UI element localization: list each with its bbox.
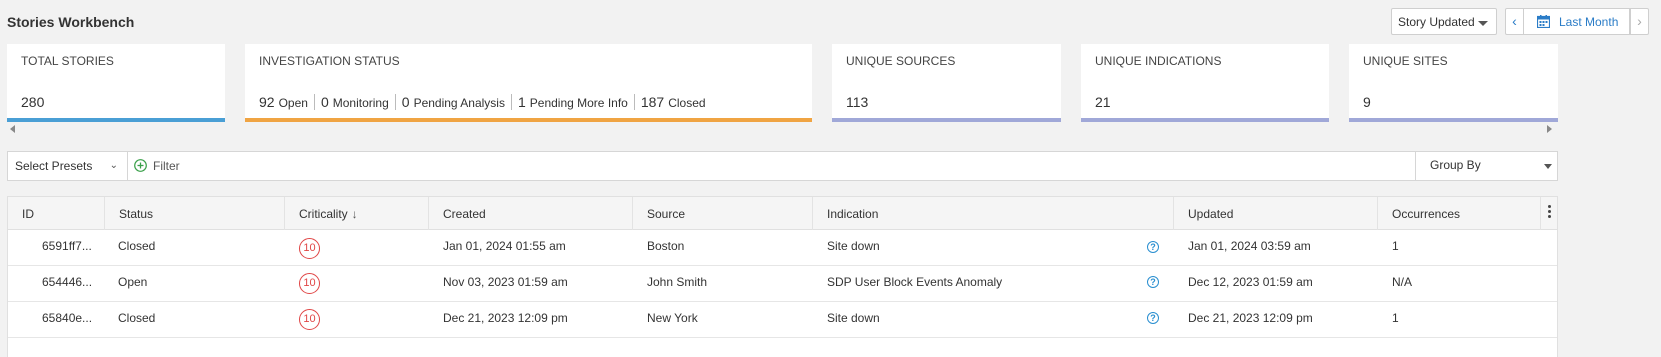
status-pending-more-info[interactable]: 1 Pending More Info xyxy=(510,94,634,110)
cell-id[interactable]: 65840e... xyxy=(42,302,92,337)
sort-descending-icon: ↓ xyxy=(351,207,358,221)
status-pending-analysis[interactable]: 0 Pending Analysis xyxy=(394,94,511,110)
column-header-status[interactable]: Status xyxy=(105,197,285,230)
card-value: 9 xyxy=(1363,94,1371,110)
card-accent-bar xyxy=(1349,118,1558,122)
cell-indication: Site down xyxy=(827,311,880,325)
presets-label: Select Presets xyxy=(15,159,93,173)
cell-id[interactable]: 654446... xyxy=(42,266,92,301)
status-count: 92 xyxy=(259,94,275,110)
criticality-badge: 10 xyxy=(299,309,320,330)
cell-occurrences: N/A xyxy=(1392,275,1413,289)
chevron-down-icon: ⌄ xyxy=(109,160,118,171)
cell-occurrences: 1 xyxy=(1392,239,1399,253)
column-header-updated[interactable]: Updated xyxy=(1174,197,1378,230)
total-stories-card[interactable]: TOTAL STORIES 280 xyxy=(7,44,225,122)
card-label: UNIQUE SOURCES xyxy=(846,54,956,68)
next-period-button[interactable]: › xyxy=(1630,8,1649,35)
cell-indication: Site down xyxy=(827,239,880,253)
status-monitoring[interactable]: 0 Monitoring xyxy=(313,94,395,110)
status-count: 0 xyxy=(320,94,329,110)
card-value: 280 xyxy=(21,94,45,110)
column-header-created[interactable]: Created xyxy=(429,197,633,230)
group-by-label: Group By xyxy=(1430,158,1481,172)
investigation-status-card[interactable]: INVESTIGATION STATUS 92 Open 0 Monitorin… xyxy=(245,44,812,122)
card-value: 113 xyxy=(846,94,869,110)
scroll-left-arrow-icon[interactable] xyxy=(10,125,15,133)
status-count: 187 xyxy=(640,94,665,110)
cell-source: John Smith xyxy=(647,275,708,289)
cell-created: Jan 01, 2024 01:55 am xyxy=(443,239,566,253)
sort-by-label: Story Updated xyxy=(1398,15,1475,29)
column-header-occurrences[interactable]: Occurrences xyxy=(1378,197,1541,230)
status-label: Monitoring xyxy=(332,96,389,110)
filter-input[interactable]: Filter xyxy=(153,159,180,173)
column-header-indication[interactable]: Indication xyxy=(813,197,1174,230)
status-closed[interactable]: 187 Closed xyxy=(633,94,712,110)
table-row[interactable]: 654446... Open 10 Nov 03, 2023 01:59 am … xyxy=(8,266,1557,302)
column-header-id[interactable]: ID xyxy=(8,197,105,230)
sort-by-dropdown[interactable]: Story Updated xyxy=(1391,8,1497,35)
filter-bar: Select Presets ⌄ Filter Group By xyxy=(7,151,1558,181)
page-header: Stories Workbench Story Updated ‹ Last M… xyxy=(0,0,1661,44)
unique-indications-card[interactable]: UNIQUE INDICATIONS 21 xyxy=(1081,44,1329,122)
group-by-dropdown[interactable]: Group By xyxy=(1415,152,1557,180)
cell-updated: Dec 21, 2023 12:09 pm xyxy=(1188,311,1313,325)
card-accent-bar xyxy=(245,118,812,122)
table-row[interactable]: 65840e... Closed 10 Dec 21, 2023 12:09 p… xyxy=(8,302,1557,338)
cell-updated: Dec 12, 2023 01:59 am xyxy=(1188,275,1313,289)
status-breakdown: 92 Open 0 Monitoring 0 Pending Analysis … xyxy=(259,94,712,110)
card-label: UNIQUE SITES xyxy=(1363,54,1448,68)
page-title: Stories Workbench xyxy=(7,14,135,30)
table-row[interactable]: 6591ff7... Closed 10 Jan 01, 2024 01:55 … xyxy=(8,230,1557,266)
card-label: TOTAL STORIES xyxy=(21,54,114,68)
cell-source: Boston xyxy=(647,239,685,253)
help-icon[interactable]: ? xyxy=(1147,312,1159,324)
card-accent-bar xyxy=(1081,118,1329,122)
status-count: 0 xyxy=(401,94,410,110)
status-count: 1 xyxy=(517,94,526,110)
card-accent-bar xyxy=(832,118,1061,122)
caret-down-icon xyxy=(1544,164,1552,169)
cell-indication: SDP User Block Events Anomaly xyxy=(827,275,1003,289)
cell-updated: Jan 01, 2024 03:59 am xyxy=(1188,239,1311,253)
column-options-kebab-icon[interactable] xyxy=(1548,205,1552,221)
cell-status: Closed xyxy=(118,239,156,253)
status-open[interactable]: 92 Open xyxy=(259,94,314,110)
stories-table: ID Status Criticality ↓ Created Source In… xyxy=(7,196,1558,357)
column-header-source[interactable]: Source xyxy=(633,197,813,230)
cell-created: Dec 21, 2023 12:09 pm xyxy=(443,311,568,325)
card-value: 21 xyxy=(1095,94,1111,110)
select-presets-dropdown[interactable]: Select Presets ⌄ xyxy=(8,152,128,180)
unique-sites-card[interactable]: UNIQUE SITES 9 xyxy=(1349,44,1558,122)
status-label: Open xyxy=(278,96,308,110)
help-icon[interactable]: ? xyxy=(1147,276,1159,288)
calendar-icon xyxy=(1537,15,1550,28)
cell-created: Nov 03, 2023 01:59 am xyxy=(443,275,568,289)
table-header: ID Status Criticality ↓ Created Source In… xyxy=(8,197,1557,230)
cell-status: Open xyxy=(118,275,148,289)
criticality-badge: 10 xyxy=(299,238,320,259)
status-label: Pending Analysis xyxy=(413,96,505,110)
scroll-right-arrow-icon[interactable] xyxy=(1547,125,1552,133)
cell-source: New York xyxy=(647,311,698,325)
card-label: UNIQUE INDICATIONS xyxy=(1095,54,1222,68)
unique-sources-card[interactable]: UNIQUE SOURCES 113 xyxy=(832,44,1061,122)
cell-occurrences: 1 xyxy=(1392,311,1399,325)
date-range-label: Last Month xyxy=(1559,15,1619,29)
criticality-badge: 10 xyxy=(299,273,320,294)
previous-period-button[interactable]: ‹ xyxy=(1505,8,1524,35)
cell-id[interactable]: 6591ff7... xyxy=(42,230,92,265)
date-range-button[interactable]: Last Month xyxy=(1523,8,1630,35)
card-label: INVESTIGATION STATUS xyxy=(259,54,400,68)
status-label: Pending More Info xyxy=(529,96,628,110)
add-filter-icon[interactable] xyxy=(134,159,147,172)
cell-status: Closed xyxy=(118,311,156,325)
caret-down-icon xyxy=(1478,21,1488,26)
card-accent-bar xyxy=(7,118,225,122)
column-header-criticality[interactable]: Criticality ↓ xyxy=(285,197,429,230)
status-label: Closed xyxy=(668,96,706,110)
help-icon[interactable]: ? xyxy=(1147,241,1159,253)
